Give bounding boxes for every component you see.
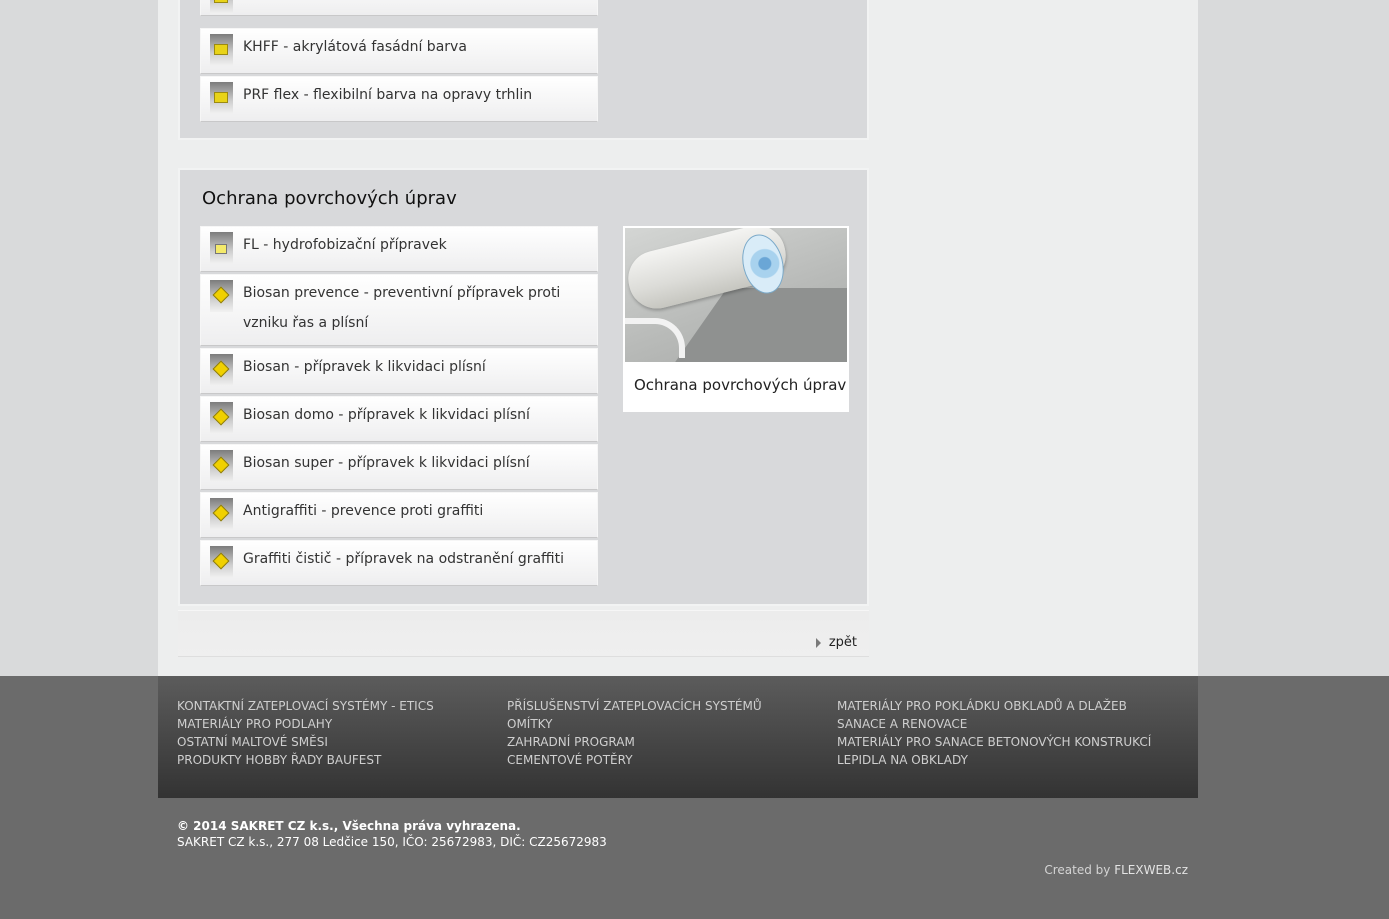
footer-link[interactable]: MATERIÁLY PRO POKLÁDKU OBKLADŮ A DLAŽEB bbox=[837, 697, 1151, 715]
footer-link[interactable]: MATERIÁLY PRO SANACE BETONOVÝCH KONSTRUK… bbox=[837, 733, 1151, 751]
paint-roller-image bbox=[625, 228, 847, 362]
product-item-biosan-super[interactable]: Biosan super - přípravek k likvidaci plí… bbox=[200, 444, 598, 490]
footer-nav-column: MATERIÁLY PRO POKLÁDKU OBKLADŮ A DLAŽEB … bbox=[837, 697, 1151, 769]
back-bar: zpět bbox=[178, 610, 869, 657]
product-item-antigraffiti[interactable]: Antigraffiti - prevence proti graffiti bbox=[200, 492, 598, 538]
product-item-prf-flex[interactable]: PRF flex - flexibilní barva na opravy tr… bbox=[200, 76, 598, 122]
product-item-label: SHFF - silikonová fasádní barva bbox=[243, 0, 462, 10]
back-link[interactable]: zpět bbox=[815, 635, 857, 650]
footer-navigation: KONTAKTNÍ ZATEPLOVACÍ SYSTÉMY - ETICS MA… bbox=[158, 676, 1198, 798]
product-item-label: Biosan - přípravek k likvidaci plísní bbox=[243, 359, 486, 375]
footer-link[interactable]: KONTAKTNÍ ZATEPLOVACÍ SYSTÉMY - ETICS bbox=[177, 697, 434, 715]
product-item-biosan-prevence[interactable]: Biosan prevence - preventivní přípravek … bbox=[200, 274, 598, 346]
product-item-label: Biosan prevence - preventivní přípravek … bbox=[243, 285, 561, 331]
footer-link[interactable]: ZAHRADNÍ PROGRAM bbox=[507, 733, 762, 751]
category-promo-card[interactable]: Ochrana povrchových úprav bbox=[623, 226, 849, 412]
product-item-label: PRF flex - flexibilní barva na opravy tr… bbox=[243, 87, 533, 103]
credit-prefix: Created by bbox=[1044, 863, 1115, 877]
credit-link[interactable]: FLEXWEB.cz bbox=[1114, 863, 1188, 877]
back-link-label: zpět bbox=[828, 635, 857, 650]
footer-link[interactable]: PŘÍSLUŠENSTVÍ ZATEPLOVACÍCH SYSTÉMŮ bbox=[507, 697, 762, 715]
product-item-label: Antigraffiti - prevence proti graffiti bbox=[243, 503, 484, 519]
product-item-biosan[interactable]: Biosan - přípravek k likvidaci plísní bbox=[200, 348, 598, 394]
product-panel-surface-protection: Ochrana povrchových úprav FL - hydrofobi… bbox=[178, 168, 869, 606]
footer-link[interactable]: LEPIDLA NA OBKLADY bbox=[837, 751, 1151, 769]
warning-diamond-icon bbox=[210, 546, 233, 578]
product-can-icon bbox=[210, 0, 233, 14]
product-item-khff[interactable]: KHFF - akrylátová fasádní barva bbox=[200, 28, 598, 74]
warning-diamond-icon bbox=[210, 354, 233, 386]
footer-nav-column: KONTAKTNÍ ZATEPLOVACÍ SYSTÉMY - ETICS MA… bbox=[177, 697, 434, 769]
product-item-fl[interactable]: FL - hydrofobizační přípravek bbox=[200, 226, 598, 272]
footer-link[interactable]: SANACE A RENOVACE bbox=[837, 715, 1151, 733]
product-item-graffiti-cistic[interactable]: Graffiti čistič - přípravek na odstraněn… bbox=[200, 540, 598, 586]
warning-diamond-icon bbox=[210, 498, 233, 530]
product-bottle-icon bbox=[210, 232, 233, 264]
product-panel-facade-paints: SHFF - silikonová fasádní barva KHFF - a… bbox=[178, 0, 869, 140]
footer-link[interactable]: OMÍTKY bbox=[507, 715, 762, 733]
warning-diamond-icon bbox=[210, 450, 233, 482]
footer-link[interactable]: PRODUKTY HOBBY ŘADY BAUFEST bbox=[177, 751, 434, 769]
footer-nav-column: PŘÍSLUŠENSTVÍ ZATEPLOVACÍCH SYSTÉMŮ OMÍT… bbox=[507, 697, 762, 769]
promo-caption: Ochrana povrchových úprav bbox=[634, 376, 847, 394]
warning-diamond-icon bbox=[210, 280, 233, 312]
company-address: SAKRET CZ k.s., 277 08 Ledčice 150, IČO:… bbox=[177, 835, 607, 849]
product-item-label: Biosan domo - přípravek k likvidaci plís… bbox=[243, 407, 530, 423]
footer-link[interactable]: OSTATNÍ MALTOVÉ SMĚSI bbox=[177, 733, 434, 751]
copyright-text: © 2014 SAKRET CZ k.s., Všechna práva vyh… bbox=[177, 819, 521, 833]
product-can-icon bbox=[210, 34, 233, 66]
product-item-label: KHFF - akrylátová fasádní barva bbox=[243, 39, 467, 55]
footer-info: © 2014 SAKRET CZ k.s., Všechna práva vyh… bbox=[177, 818, 607, 850]
product-item-label: FL - hydrofobizační přípravek bbox=[243, 237, 447, 253]
section-title: Ochrana povrchových úprav bbox=[202, 188, 457, 209]
warning-diamond-icon bbox=[210, 402, 233, 434]
product-item-label: Graffiti čistič - přípravek na odstraněn… bbox=[243, 551, 564, 567]
arrow-right-icon bbox=[815, 637, 821, 648]
product-item-biosan-domo[interactable]: Biosan domo - přípravek k likvidaci plís… bbox=[200, 396, 598, 442]
footer-link[interactable]: CEMENTOVÉ POTĚRY bbox=[507, 751, 762, 769]
product-can-icon bbox=[210, 82, 233, 114]
product-item-shff[interactable]: SHFF - silikonová fasádní barva bbox=[200, 0, 598, 16]
credit-line: Created by FLEXWEB.cz bbox=[1044, 863, 1188, 877]
product-item-label: Biosan super - přípravek k likvidaci plí… bbox=[243, 455, 530, 471]
footer-link[interactable]: MATERIÁLY PRO PODLAHY bbox=[177, 715, 434, 733]
